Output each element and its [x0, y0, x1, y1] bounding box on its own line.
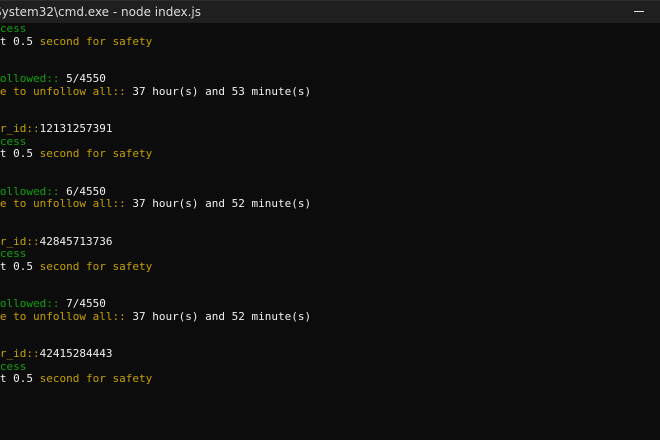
console-text: Success — [0, 359, 27, 373]
console-text: 5/4550 — [66, 72, 106, 85]
console-text: 12131257391 — [39, 122, 113, 135]
console-text: Wait 0.5 — [0, 259, 33, 273]
console-text: Success — [0, 23, 27, 35]
console-text: Wait 0.5 — [0, 372, 33, 385]
console-text: 37 hour(s) and 53 minute(s) — [132, 84, 312, 98]
console-text: User_id:: — [0, 234, 40, 248]
console-text: 37 hour(s) and 52 minute(s) — [132, 309, 312, 323]
console-line: Time to unfollow all:: 37 hour(s) and 53… — [0, 84, 660, 99]
console-text: Time to unfollow all:: — [0, 309, 126, 323]
console-text: Unfollowed:: — [0, 297, 60, 310]
console-line: Time to unfollow all:: 37 hour(s) and 52… — [0, 197, 660, 211]
console-text: second for safety — [39, 372, 153, 385]
console-text: second for safety — [39, 147, 153, 160]
console-output[interactable]: SuccessWait 0.5 second for safetyUnfollo… — [0, 23, 660, 440]
console-text: second for safety — [39, 259, 153, 273]
console-line: Wait 0.5 second for safety — [0, 372, 660, 386]
console-line: Wait 0.5 second for safety — [0, 34, 660, 49]
console-text: 42415284443 — [39, 347, 113, 360]
console-text: Wait 0.5 — [0, 34, 33, 48]
console-text: Time to unfollow all:: — [0, 197, 126, 210]
console-line: User_id::42415284443 — [0, 347, 660, 361]
console-text: Time to unfollow all:: — [0, 84, 126, 98]
console-text: Wait 0.5 — [0, 147, 33, 160]
console-text: 42845713736 — [39, 234, 113, 248]
console-line: Wait 0.5 second for safety — [0, 259, 660, 274]
console-text: User_id:: — [0, 122, 40, 135]
minimize-button[interactable] — [618, 1, 654, 23]
cmd-window: System32\cmd.exe - node index.js Success… — [0, 0, 660, 440]
console-line: Time to unfollow all:: 37 hour(s) and 52… — [0, 309, 660, 324]
console-text: second for safety — [39, 34, 153, 48]
console-line: Wait 0.5 second for safety — [0, 147, 660, 161]
console-text: 7/4550 — [66, 297, 106, 310]
console-line: User_id::12131257391 — [0, 122, 660, 136]
console-text: Success — [0, 134, 27, 148]
console-text: 6/4550 — [66, 184, 106, 198]
console-text: Unfollowed:: — [0, 184, 60, 198]
console-text: Success — [0, 247, 27, 260]
window-title: System32\cmd.exe - node index.js — [0, 5, 202, 19]
console-line: User_id::42845713736 — [0, 234, 660, 249]
console-text: User_id:: — [0, 347, 40, 360]
minimize-icon — [634, 11, 644, 12]
console-text: 37 hour(s) and 52 minute(s) — [132, 197, 312, 210]
title-bar[interactable]: System32\cmd.exe - node index.js — [0, 1, 660, 23]
console-text: Unfollowed:: — [0, 72, 60, 85]
